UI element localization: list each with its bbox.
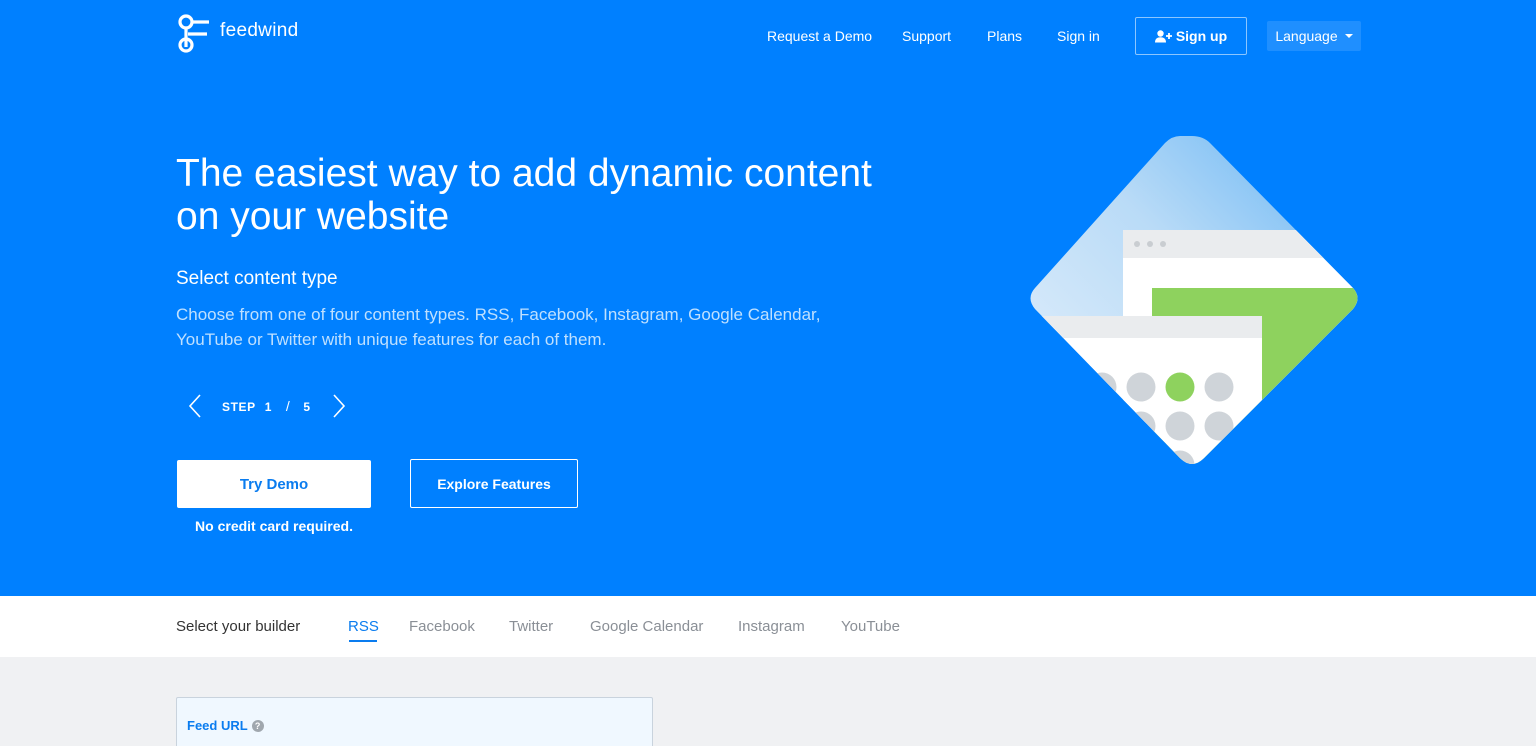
step-total: 5 [303,400,311,414]
builder-label: Select your builder [176,618,301,635]
nav-sign-in[interactable]: Sign in [1057,28,1100,44]
tab-google-calendar[interactable]: Google Calendar [590,618,703,635]
tab-facebook[interactable]: Facebook [409,618,475,635]
step-indicator: STEP 1 / 5 [222,398,311,414]
chevron-right-icon[interactable] [328,394,348,418]
hero-section: feedwind Request a Demo Support Plans Si… [0,0,1536,596]
nav-request-demo[interactable]: Request a Demo [767,28,872,44]
language-label: Language [1275,28,1338,44]
user-plus-icon [1154,29,1172,42]
tab-instagram[interactable]: Instagram [738,618,805,635]
signup-button[interactable]: Sign up [1135,17,1247,55]
step-current: 1 [264,400,272,414]
builder-selector: Select your builder RSS Facebook Twitter… [0,596,1536,657]
hero-description: Choose from one of four content types. R… [176,305,821,349]
hero-headline: The easiest way to add dynamic content o… [176,152,872,238]
feed-url-panel: Feed URL ? [176,697,653,746]
tab-twitter[interactable]: Twitter [509,618,553,635]
hero-illustration [1030,136,1358,464]
nav-support[interactable]: Support [902,28,951,44]
feed-url-text: Feed URL [187,718,248,733]
caret-down-icon [1344,34,1353,38]
chevron-left-icon[interactable] [186,394,206,418]
hero-subhead: Select content type [176,268,338,289]
step-word: STEP [222,400,256,414]
tab-youtube[interactable]: YouTube [841,618,900,635]
signup-label: Sign up [1175,28,1228,44]
brand-name: feedwind [220,20,299,41]
try-demo-button[interactable]: Try Demo [177,460,371,508]
nav-plans[interactable]: Plans [987,28,1022,44]
language-dropdown[interactable]: Language [1267,21,1361,51]
step-separator: / [285,398,291,414]
explore-features-button[interactable]: Explore Features [410,459,578,508]
tab-rss[interactable]: RSS [348,618,379,635]
no-credit-card-note: No credit card required. [195,518,353,534]
question-circle-icon[interactable]: ? [251,719,264,732]
feed-url-label: Feed URL ? [187,718,264,733]
step-carousel: STEP 1 / 5 [186,392,350,418]
feedwind-logo-icon [178,14,209,53]
brand-logo[interactable]: feedwind [176,14,298,54]
active-tab-indicator [349,640,377,642]
